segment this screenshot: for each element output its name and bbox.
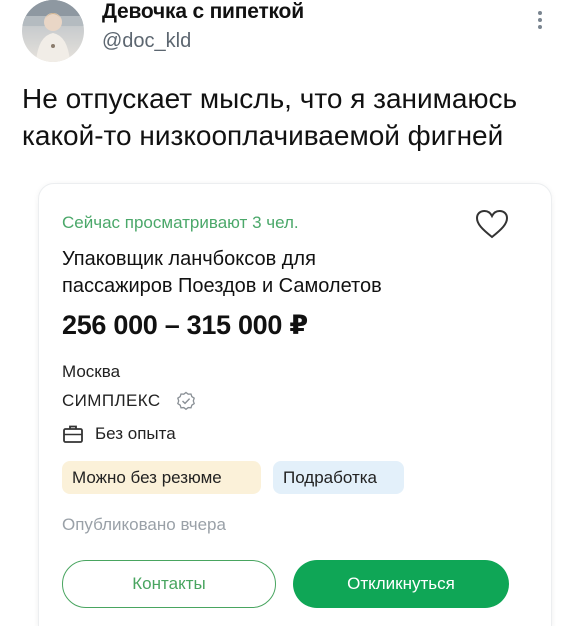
tweet-text-line: какой-то низкооплачиваемой фигней (22, 120, 504, 151)
tweet-text: Не отпускает мысль, что я занимаюсь како… (22, 80, 552, 154)
published-date: Опубликовано вчера (62, 515, 226, 534)
salary: 256 000 – 315 000 ₽ (62, 310, 308, 340)
avatar-image (22, 0, 84, 62)
heart-icon[interactable] (474, 208, 510, 240)
company-name[interactable]: СИМПЛЕКС (62, 391, 161, 411)
verified-check-icon (176, 391, 196, 411)
job-title-line: Упаковщик ланчбоксов для (62, 248, 316, 270)
avatar[interactable] (22, 0, 84, 62)
author-handle[interactable]: @doc_kld (102, 30, 191, 53)
tag-part-time: Подработка (273, 461, 404, 494)
more-vertical-icon[interactable] (530, 8, 550, 34)
tag-no-resume: Можно без резюме (62, 461, 261, 494)
respond-button[interactable]: Откликнуться (293, 560, 509, 608)
job-title-line: пассажиров Поездов и Самолетов (62, 275, 382, 297)
tweet-text-line: Не отпускает мысль, что я занимаюсь (22, 83, 518, 114)
viewing-now-label: Сейчас просматривают 3 чел. (62, 213, 299, 232)
author-name[interactable]: Девочка с пипеткой (102, 0, 304, 24)
job-title[interactable]: Упаковщик ланчбоксов для пассажиров Поез… (62, 246, 462, 300)
city: Москва (62, 362, 121, 381)
briefcase-icon (62, 424, 84, 444)
experience-label: Без опыта (95, 424, 176, 443)
contacts-button[interactable]: Контакты (62, 560, 276, 608)
